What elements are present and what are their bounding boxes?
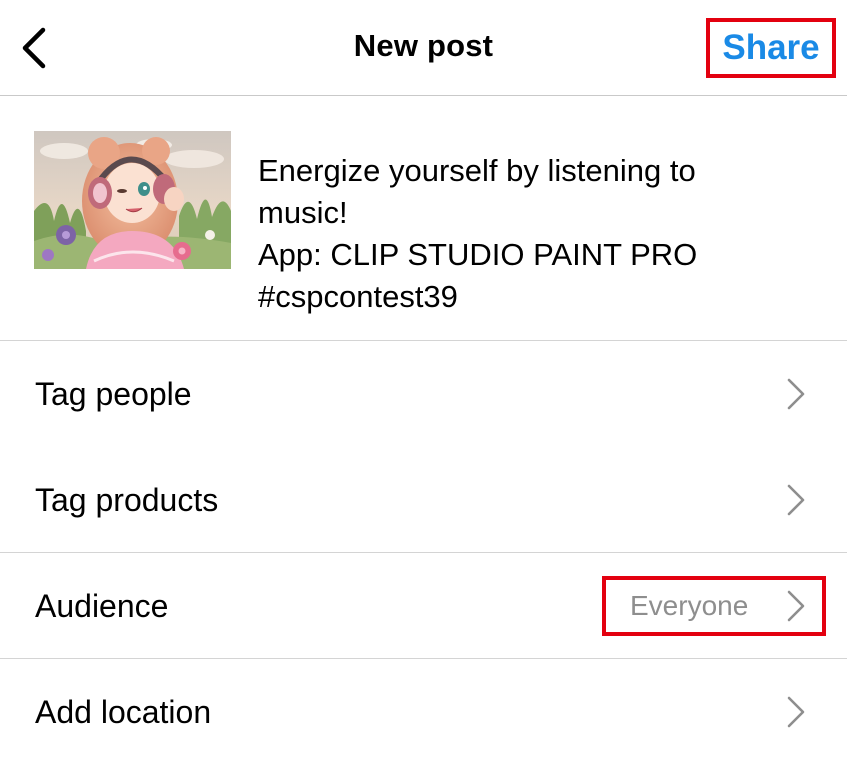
tag-people-row[interactable]: Tag people — [0, 341, 847, 447]
post-thumbnail[interactable] — [34, 131, 231, 269]
post-preview: Energize yourself by listening to music!… — [0, 96, 847, 341]
share-button[interactable]: Share — [706, 18, 836, 78]
chevron-right-icon — [787, 484, 805, 516]
add-location-label: Add location — [35, 693, 212, 730]
chevron-right-icon — [787, 696, 805, 728]
tag-products-label: Tag products — [35, 481, 219, 518]
artwork-image — [34, 131, 231, 269]
chevron-right-icon — [787, 590, 805, 622]
audience-label: Audience — [35, 587, 169, 624]
tag-products-row[interactable]: Tag products — [0, 447, 847, 553]
audience-value: Everyone — [630, 590, 749, 621]
chevron-right-icon — [787, 378, 805, 410]
add-location-row[interactable]: Add location — [0, 659, 847, 765]
tag-people-label: Tag people — [35, 375, 192, 412]
header: New post Share — [0, 0, 847, 96]
post-caption[interactable]: Energize yourself by listening to music!… — [258, 150, 818, 318]
